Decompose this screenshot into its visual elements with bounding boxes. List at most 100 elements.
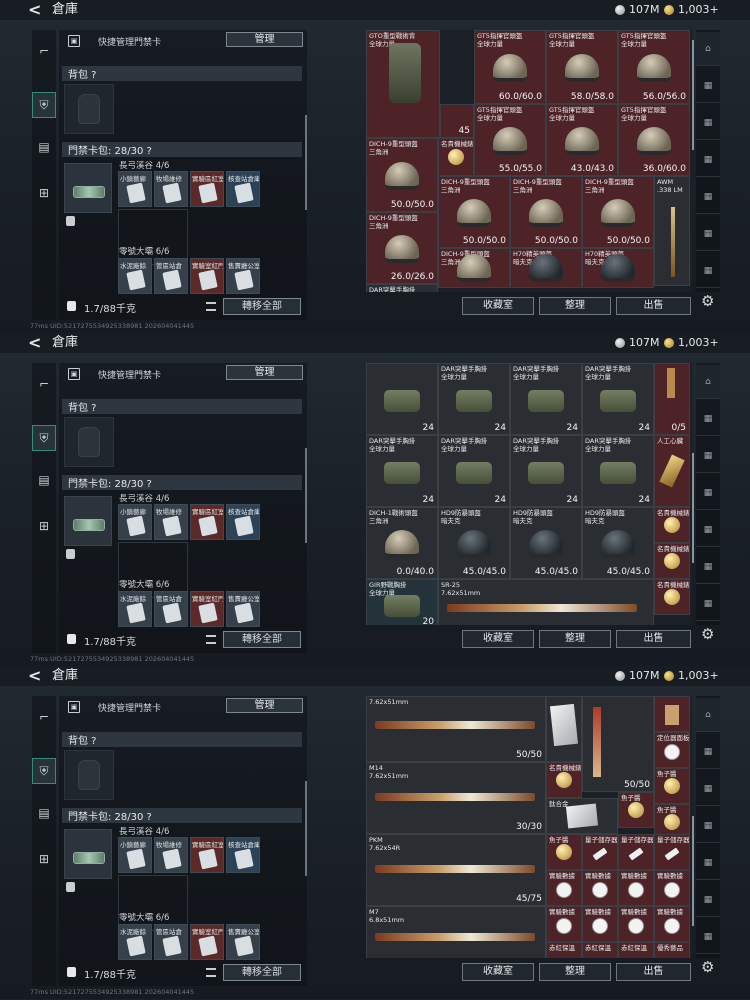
qr2-tab-icon[interactable]: ▦ bbox=[696, 217, 720, 251]
keycard-slot[interactable]: 水泥廠餘 bbox=[118, 591, 152, 627]
backpack-tab-icon[interactable]: ▤ bbox=[32, 467, 56, 493]
stack-tab-icon[interactable]: ▦ bbox=[696, 587, 720, 621]
keycard-slot[interactable]: 水泥廠餘 bbox=[118, 924, 152, 960]
item-cell[interactable]: 名貴機械錶 bbox=[546, 762, 582, 798]
keycard-slot[interactable]: 牧場維修 bbox=[154, 171, 188, 207]
qr-tab-icon[interactable]: ▦ bbox=[696, 439, 720, 473]
keycard-slot[interactable]: 核查站倉庫 bbox=[226, 837, 260, 873]
case-tab-icon[interactable]: ⊞ bbox=[32, 180, 56, 206]
item-cell[interactable]: HD9防暴頭盔 暗夫克 45.0/45.0 bbox=[582, 507, 654, 579]
keycard-slot[interactable]: 水泥廠餘 bbox=[118, 258, 152, 294]
settings-gear-icon[interactable]: ⚙ bbox=[701, 958, 714, 976]
item-cell[interactable]: 鈦合金 bbox=[546, 798, 618, 834]
shield-tab-icon[interactable]: ⛨ bbox=[32, 758, 56, 784]
case-tab-icon[interactable]: ⊞ bbox=[32, 513, 56, 539]
item-cell[interactable]: 實驗數據 bbox=[546, 870, 582, 906]
gold-balance[interactable]: 1,003+ bbox=[664, 335, 719, 351]
item-cell[interactable]: DAR突擊手胸掛 全球力量 24 bbox=[366, 435, 438, 507]
keycard-slot[interactable]: 售賣廳公室 bbox=[226, 924, 260, 960]
keycard-slot[interactable]: 管區站倉 bbox=[154, 591, 188, 627]
item-cell[interactable]: DAR突擊手胸掛 bbox=[366, 284, 438, 292]
gold-balance[interactable]: 1,003+ bbox=[664, 2, 719, 18]
item-cell[interactable]: 魚子醬 bbox=[618, 792, 654, 828]
item-cell[interactable]: 0/5 bbox=[654, 363, 690, 435]
keycard-case-slot[interactable] bbox=[64, 829, 112, 879]
backpack-slot[interactable] bbox=[64, 84, 114, 134]
keycard-slot[interactable]: 售賣廳公室 bbox=[226, 591, 260, 627]
case-tab-icon[interactable]: ⊞ bbox=[32, 846, 56, 872]
lock-tab-icon[interactable]: ⌂ bbox=[696, 698, 720, 732]
item-cell[interactable]: M14 7.62x51mm 30/30 bbox=[366, 762, 546, 834]
manage-button[interactable]: 管理 bbox=[226, 365, 303, 380]
item-cell[interactable]: GT5指揮官頭盔 全球力量 43.0/43.0 bbox=[546, 104, 618, 176]
transfer-all-button[interactable]: 轉移全部 bbox=[223, 964, 301, 981]
item-cell[interactable]: GT5指揮官頭盔 全球力量 55.0/55.0 bbox=[474, 104, 546, 176]
keycard-slot[interactable]: 實驗室紅門 bbox=[190, 258, 224, 294]
collection-button[interactable]: 收藏室 bbox=[462, 630, 534, 648]
back-button[interactable]: < bbox=[28, 333, 41, 353]
grid-tab-icon[interactable]: ▦ bbox=[696, 513, 720, 547]
sort-button[interactable]: 整理 bbox=[539, 963, 611, 981]
sell-button[interactable]: 出售 bbox=[616, 297, 691, 315]
item-cell[interactable]: 實驗數據 bbox=[618, 870, 654, 906]
item-cell[interactable]: 7.62x51mm 50/50 bbox=[366, 696, 546, 762]
item-cell[interactable]: 實驗數據 bbox=[546, 906, 582, 942]
keycard-slot[interactable]: 牧場維修 bbox=[154, 837, 188, 873]
keycard-slot[interactable]: 實驗室紅門 bbox=[190, 924, 224, 960]
box-tab-icon[interactable]: ▦ bbox=[696, 735, 720, 769]
backpack-tab-icon[interactable]: ▤ bbox=[32, 800, 56, 826]
qr2-tab-icon[interactable]: ▦ bbox=[696, 550, 720, 584]
keycard-slot[interactable]: 小鎮藝廊 bbox=[118, 504, 152, 540]
crate-tab-icon[interactable]: ▦ bbox=[696, 143, 720, 177]
shield-tab-icon[interactable]: ⛨ bbox=[32, 425, 56, 451]
crate-tab-icon[interactable]: ▦ bbox=[696, 476, 720, 510]
pistol-icon[interactable]: ⌐ bbox=[32, 371, 56, 397]
item-cell-gto[interactable]: GTO重型戰術背 全球力量 bbox=[366, 30, 440, 138]
left-scrollbar[interactable] bbox=[305, 781, 307, 876]
qr2-tab-icon[interactable]: ▦ bbox=[696, 883, 720, 917]
item-cell[interactable]: DAR突擊手胸掛 全球力量 24 bbox=[510, 363, 582, 435]
backpack-slot[interactable] bbox=[64, 750, 114, 800]
item-cell[interactable]: 名貴機械錶 bbox=[654, 543, 690, 579]
keycard-slot[interactable]: 管區站倉 bbox=[154, 924, 188, 960]
item-cell[interactable]: 赤紅保溫 bbox=[546, 942, 582, 958]
stack-tab-icon[interactable]: ▦ bbox=[696, 254, 720, 288]
item-cell[interactable]: 魚子醬 bbox=[654, 768, 690, 804]
item-cell[interactable]: GT5指揮官頭盔 全球力量 56.0/56.0 bbox=[618, 30, 690, 104]
collection-button[interactable]: 收藏室 bbox=[462, 963, 534, 981]
keycard-slot[interactable]: 核查站倉庫 bbox=[226, 504, 260, 540]
item-cell[interactable]: GIR野戰胸掛 全球力量 20 bbox=[366, 579, 438, 625]
left-scrollbar[interactable] bbox=[305, 448, 307, 543]
lock-tab-icon[interactable]: ⌂ bbox=[696, 365, 720, 399]
back-button[interactable]: < bbox=[28, 0, 41, 20]
item-cell[interactable]: AWM .338 LM bbox=[654, 176, 690, 286]
item-cell[interactable]: HD9防暴頭盔 暗夫克 45.0/45.0 bbox=[510, 507, 582, 579]
item-cell[interactable]: DICH-9重型頭盔三角洲 bbox=[438, 248, 510, 288]
item-cell[interactable]: 實驗數據 bbox=[582, 906, 618, 942]
item-cell[interactable]: DICH-9重型頭盔 三角洲 50.0/50.0 bbox=[582, 176, 654, 248]
item-cell[interactable]: 實驗數據 bbox=[618, 906, 654, 942]
item-cell[interactable]: DICH-1戰術頭盔 三角洲 0.0/40.0 bbox=[366, 507, 438, 579]
back-button[interactable]: < bbox=[28, 666, 41, 686]
lock-tab-icon[interactable]: ⌂ bbox=[696, 32, 720, 66]
keycard-slot[interactable]: 實驗區紅室 bbox=[190, 504, 224, 540]
gold-balance[interactable]: 1,003+ bbox=[664, 668, 719, 684]
item-cell[interactable]: 實驗數據 bbox=[654, 906, 690, 942]
pistol-icon[interactable]: ⌐ bbox=[32, 38, 56, 64]
item-cell[interactable]: DAR突擊手胸掛 全球力量 24 bbox=[438, 363, 510, 435]
item-cell[interactable]: H70精英頭盔 暗夫克 bbox=[582, 248, 654, 288]
item-cell[interactable]: SR-25 7.62x51mm bbox=[438, 579, 654, 625]
collection-button[interactable]: 收藏室 bbox=[462, 297, 534, 315]
pistol-icon[interactable]: ⌐ bbox=[32, 704, 56, 730]
stack-tab-icon[interactable]: ▦ bbox=[696, 920, 720, 954]
settings-gear-icon[interactable]: ⚙ bbox=[701, 292, 714, 310]
box-tab-icon[interactable]: ▦ bbox=[696, 69, 720, 103]
sort-button[interactable]: 整理 bbox=[539, 630, 611, 648]
item-cell[interactable]: GT5指揮官頭盔 全球力量 60.0/60.0 bbox=[474, 30, 546, 104]
item-cell[interactable]: 人工心臟 bbox=[654, 435, 690, 507]
item-cell[interactable]: GT5指揮官頭盔 全球力量 36.0/60.0 bbox=[618, 104, 690, 176]
keycard-slot[interactable]: 小鎮藝廊 bbox=[118, 171, 152, 207]
keycard-slot[interactable]: 實驗室紅門 bbox=[190, 591, 224, 627]
grid-tab-icon[interactable]: ▦ bbox=[696, 846, 720, 880]
sell-button[interactable]: 出售 bbox=[616, 630, 691, 648]
